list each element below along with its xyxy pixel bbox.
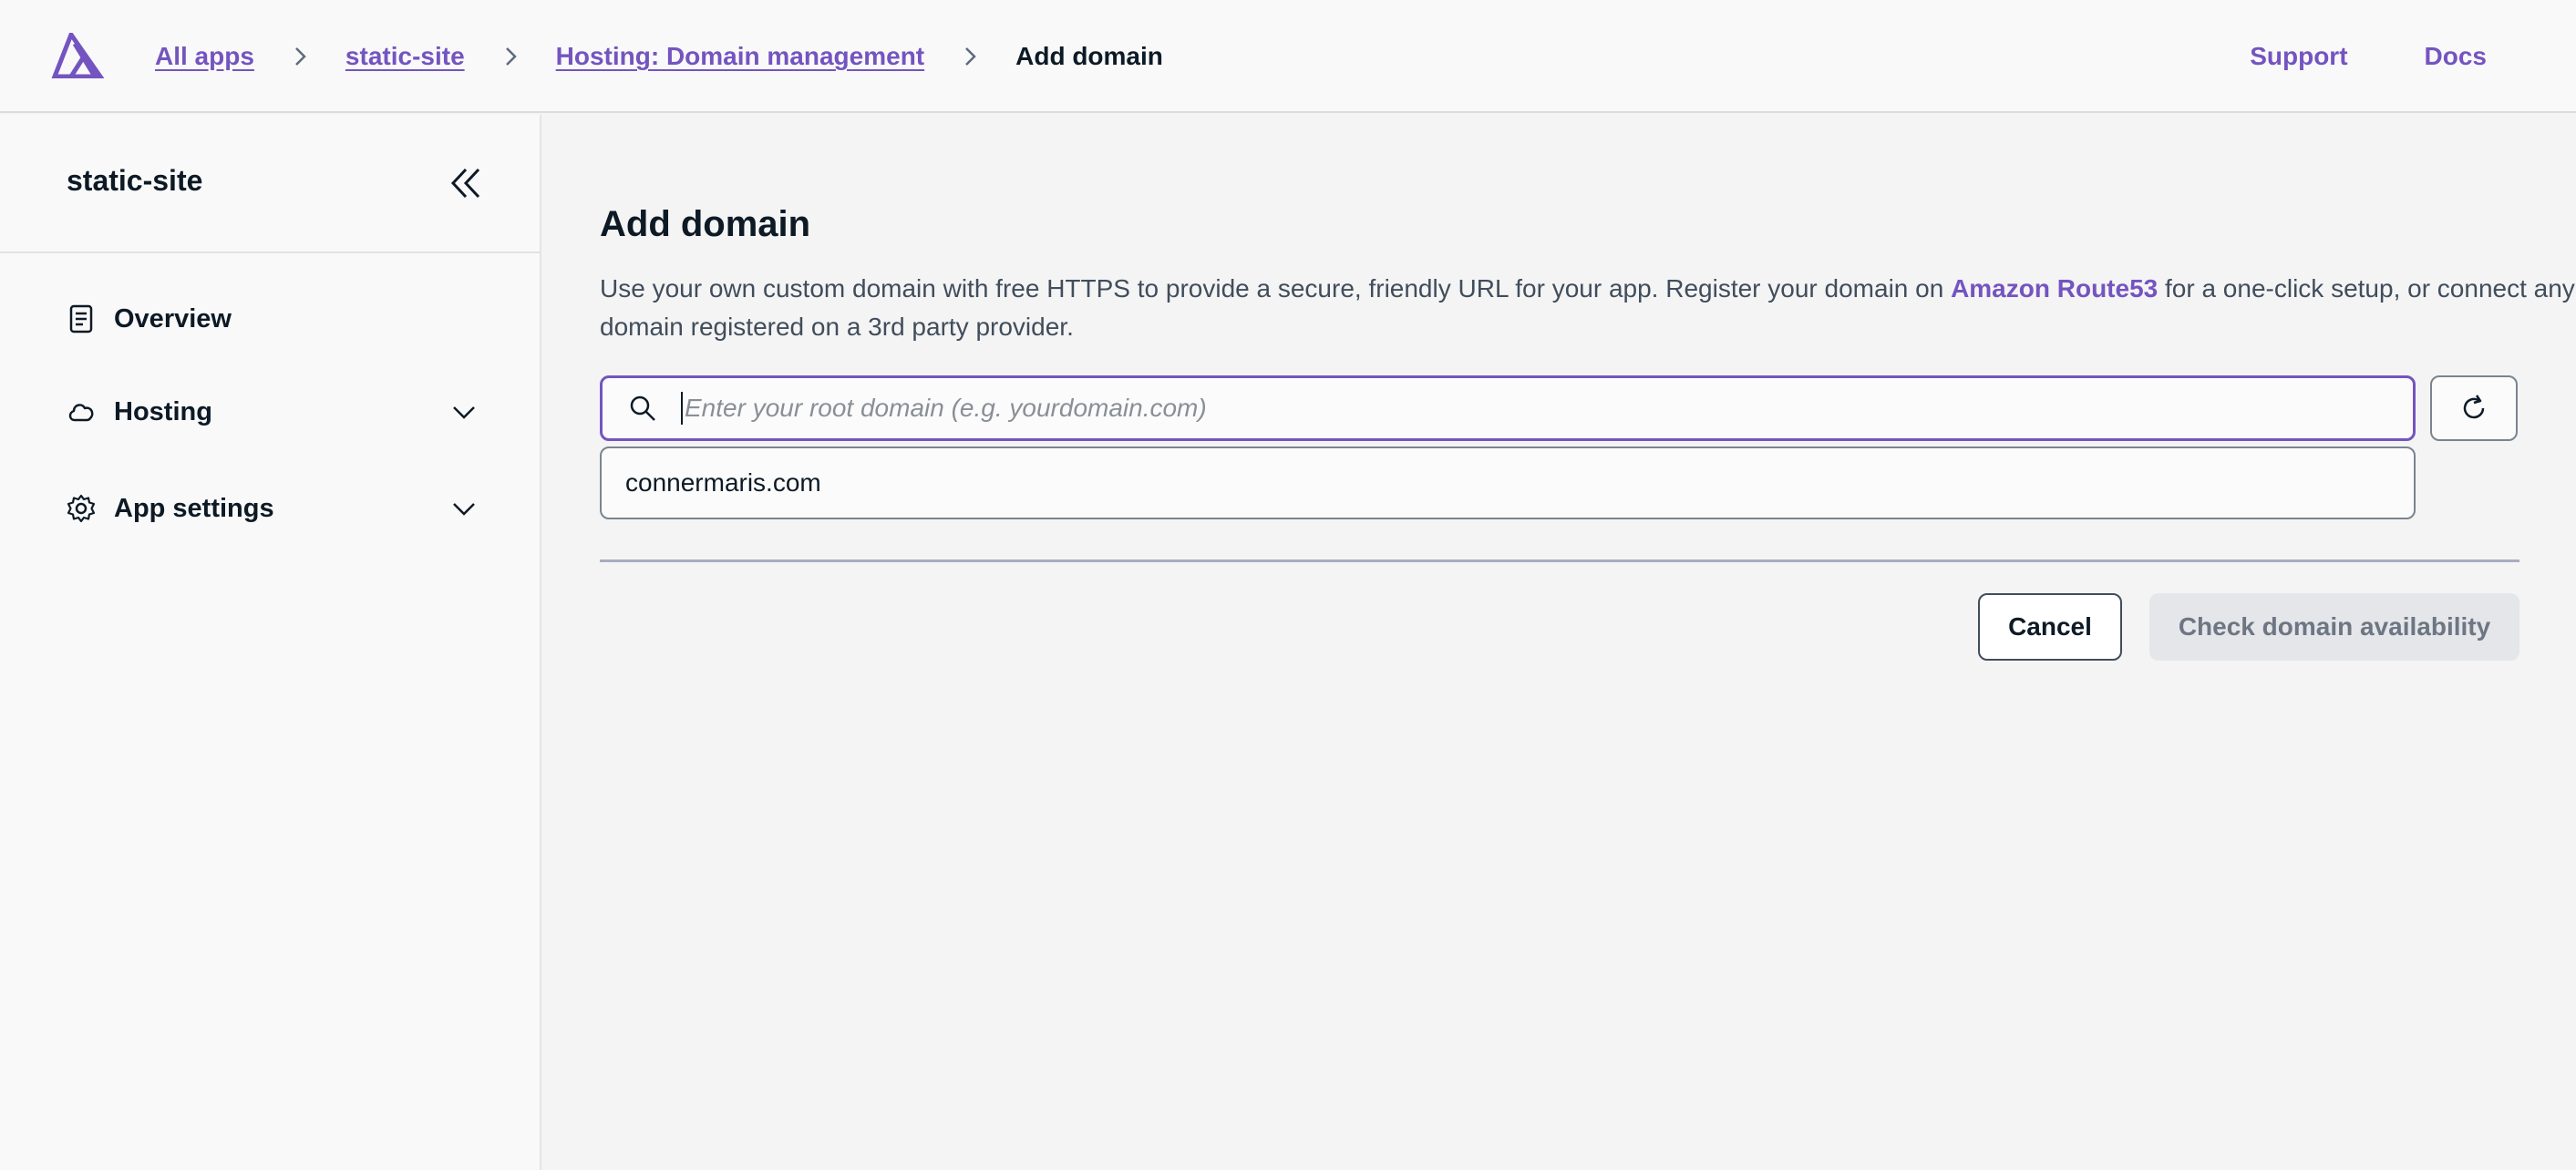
chevron-right-icon: [505, 47, 517, 66]
domain-search-box: [600, 375, 2416, 441]
page-description: Use your own custom domain with free HTT…: [600, 270, 2576, 346]
search-icon: [630, 395, 655, 421]
chevron-right-icon: [965, 47, 976, 66]
sidebar-item-label: Hosting: [114, 396, 212, 426]
sidebar-header: static-site: [0, 115, 540, 253]
domain-search-input[interactable]: [681, 392, 2376, 425]
sidebar-item-hosting[interactable]: Hosting: [67, 392, 477, 432]
chevron-down-icon[interactable]: [451, 399, 477, 425]
check-domain-availability-button[interactable]: Check domain availability: [2149, 593, 2519, 661]
divider: [600, 559, 2519, 562]
route53-link[interactable]: Amazon Route53: [1951, 274, 2158, 303]
cloud-icon: [68, 404, 94, 422]
sidebar-item-label: App settings: [114, 493, 274, 523]
sidebar-item-app-settings[interactable]: App settings: [67, 488, 477, 529]
top-header: All apps static-site Hosting: Domain man…: [0, 0, 2576, 113]
sidebar-item-label: Overview: [114, 303, 232, 334]
gear-icon: [67, 494, 96, 523]
page-title: Add domain: [600, 204, 811, 244]
refresh-icon: [2463, 395, 2485, 419]
refresh-button[interactable]: [2430, 375, 2518, 441]
breadcrumb: All apps static-site Hosting: Domain man…: [155, 0, 1163, 113]
header-links: Support Docs: [2250, 0, 2487, 113]
cancel-button[interactable]: Cancel: [1978, 593, 2122, 661]
domain-suggestion[interactable]: connermaris.com: [600, 446, 2416, 519]
breadcrumb-current: Add domain: [1015, 42, 1163, 70]
docs-link[interactable]: Docs: [2425, 42, 2487, 71]
amplify-logo-icon[interactable]: [51, 33, 104, 78]
description-text: Use your own custom domain with free HTT…: [600, 274, 1952, 303]
document-icon: [69, 304, 93, 334]
chevron-right-icon: [295, 47, 306, 66]
breadcrumb-domain-management[interactable]: Hosting: Domain management: [556, 42, 924, 71]
sidebar: static-site Overview Hosting App setting…: [0, 115, 541, 1170]
sidebar-app-name: static-site: [67, 164, 203, 197]
main-content: Add domain Use your own custom domain wi…: [543, 115, 2576, 1170]
sidebar-item-overview[interactable]: Overview: [67, 299, 477, 339]
breadcrumb-all-apps[interactable]: All apps: [155, 42, 254, 71]
collapse-sidebar-icon[interactable]: [448, 166, 483, 200]
support-link[interactable]: Support: [2250, 42, 2347, 71]
breadcrumb-static-site[interactable]: static-site: [345, 42, 465, 71]
chevron-down-icon[interactable]: [451, 496, 477, 521]
